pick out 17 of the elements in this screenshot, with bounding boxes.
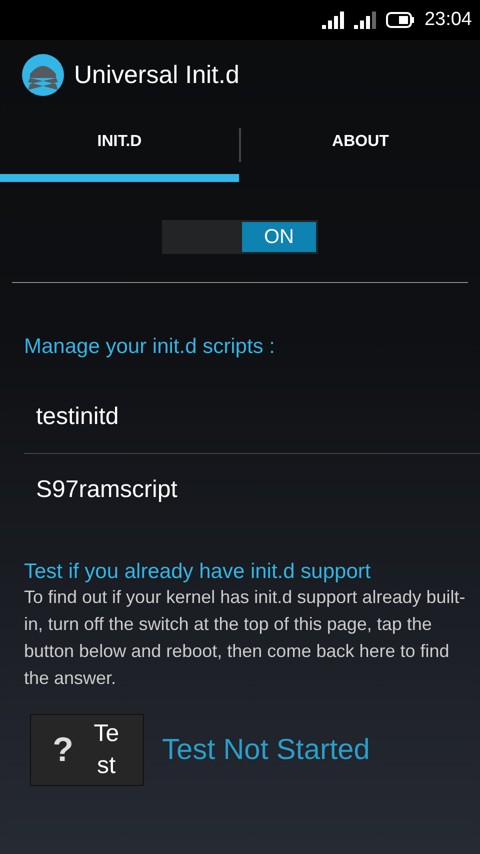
switch-thumb: ON: [242, 222, 316, 252]
script-item[interactable]: S97ramscript: [0, 454, 480, 526]
description-text: To find out if your kernel has init.d support already built-in, turn off the switch at the top of this page, tap the button below and reboot, then come back here to find the answer.: [23, 586, 466, 690]
battery-icon: [386, 12, 414, 28]
signal-icon: [354, 11, 376, 29]
app-title: Universal Init.d: [74, 60, 240, 90]
toggle-switch[interactable]: ON: [162, 220, 318, 254]
section-heading: Manage your init.d scripts :: [23, 335, 276, 359]
signal-icon: [322, 11, 344, 29]
status-time: 23:04: [424, 9, 472, 31]
test-status: Test Not Started: [162, 734, 370, 766]
app-logo-icon: [22, 54, 64, 96]
section-heading: Test if you already have init.d support: [23, 560, 372, 584]
tab[interactable]: ABOUT: [241, 110, 480, 182]
script-item[interactable]: testinitd: [0, 381, 480, 453]
question-icon: ?: [52, 730, 74, 770]
tab[interactable]: INIT.D: [0, 110, 239, 182]
